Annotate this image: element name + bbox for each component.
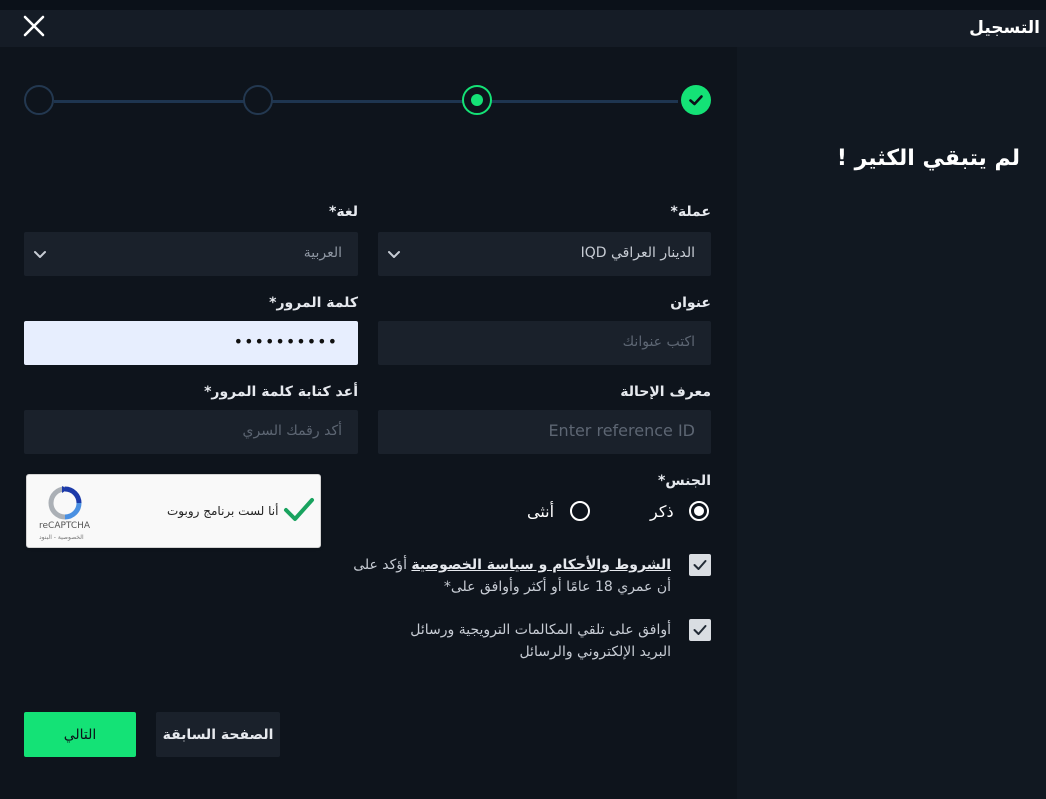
- currency-select[interactable]: الدينار العراقي IQD: [378, 232, 711, 276]
- check-icon: [689, 95, 703, 106]
- promo-text-line2: البريد الإلكتروني والرسائل: [519, 644, 671, 660]
- address-label: عنوان: [670, 295, 711, 311]
- promo-checkbox[interactable]: [689, 619, 711, 641]
- form-heading: لم يتبقي الكثير !: [836, 146, 1020, 171]
- gender-male-radio[interactable]: [689, 501, 709, 521]
- recaptcha-legal: الخصوصية - البنود: [39, 534, 84, 541]
- address-input[interactable]: اكتب عنوانك: [378, 321, 711, 365]
- page-title: التسجيل: [969, 18, 1040, 38]
- gender-female-radio[interactable]: [570, 501, 590, 521]
- gender-female-label[interactable]: أنثى: [527, 502, 554, 521]
- referral-input[interactable]: Enter reference ID: [378, 410, 711, 454]
- chevron-down-icon: [34, 251, 46, 258]
- recaptcha-text: أنا لست برنامج روبوت: [167, 504, 279, 518]
- next-button[interactable]: التالي: [24, 712, 136, 757]
- top-strip: [0, 0, 1046, 10]
- confirm-password-label: أعد كتابة كلمة المرور*: [204, 384, 358, 400]
- promo-text: أوافق على تلقي المكالمات الترويجية ورسائ…: [341, 619, 671, 663]
- recaptcha-brand: reCAPTCHA: [39, 521, 91, 531]
- step-2-current: [462, 85, 492, 115]
- recaptcha-widget[interactable]: reCAPTCHA الخصوصية - البنود أنا لست برنا…: [26, 474, 321, 548]
- check-icon: [693, 560, 707, 570]
- check-icon: [693, 625, 707, 635]
- gender-male-label[interactable]: ذكر: [650, 502, 674, 521]
- gender-label: الجنس*: [658, 473, 711, 489]
- referral-label: معرف الإحالة: [620, 384, 711, 400]
- confirm-password-placeholder: أكد رقمك السري: [242, 423, 342, 439]
- terms-text-line2: أن عمري 18 عامًا أو أكثر وأوافق على*: [443, 579, 671, 595]
- confirm-password-input[interactable]: أكد رقمك السري: [24, 410, 358, 454]
- recaptcha-logo-icon: [48, 486, 82, 520]
- terms-text: الشروط والأحكام و سياسة الخصوصية أؤكد عل…: [341, 554, 671, 598]
- password-label: كلمة المرور*: [269, 295, 358, 311]
- language-value: العربية: [303, 245, 342, 261]
- referral-placeholder: Enter reference ID: [548, 421, 695, 440]
- password-input[interactable]: ••••••••••: [24, 321, 358, 365]
- language-select[interactable]: العربية: [24, 232, 358, 276]
- language-label: لغة*: [329, 204, 358, 220]
- password-value: ••••••••••: [233, 332, 338, 351]
- terms-link[interactable]: الشروط والأحكام و سياسة الخصوصية: [411, 557, 671, 573]
- address-placeholder: اكتب عنوانك: [622, 334, 695, 350]
- step-3: [243, 85, 273, 115]
- chevron-down-icon: [388, 251, 400, 258]
- terms-checkbox[interactable]: [689, 554, 711, 576]
- previous-page-button[interactable]: الصفحة السابقة: [156, 712, 280, 757]
- close-icon[interactable]: [22, 14, 46, 38]
- step-4: [24, 85, 54, 115]
- currency-label: عملة*: [670, 204, 711, 220]
- terms-text-part: أؤكد على: [353, 557, 412, 573]
- step-1-done: [681, 85, 711, 115]
- check-icon[interactable]: [282, 495, 316, 525]
- promo-text-line1: أوافق على تلقي المكالمات الترويجية ورسائ…: [410, 622, 671, 638]
- currency-value: الدينار العراقي IQD: [580, 245, 695, 261]
- header-bar: التسجيل: [0, 10, 1046, 47]
- stepper-line: [54, 100, 678, 103]
